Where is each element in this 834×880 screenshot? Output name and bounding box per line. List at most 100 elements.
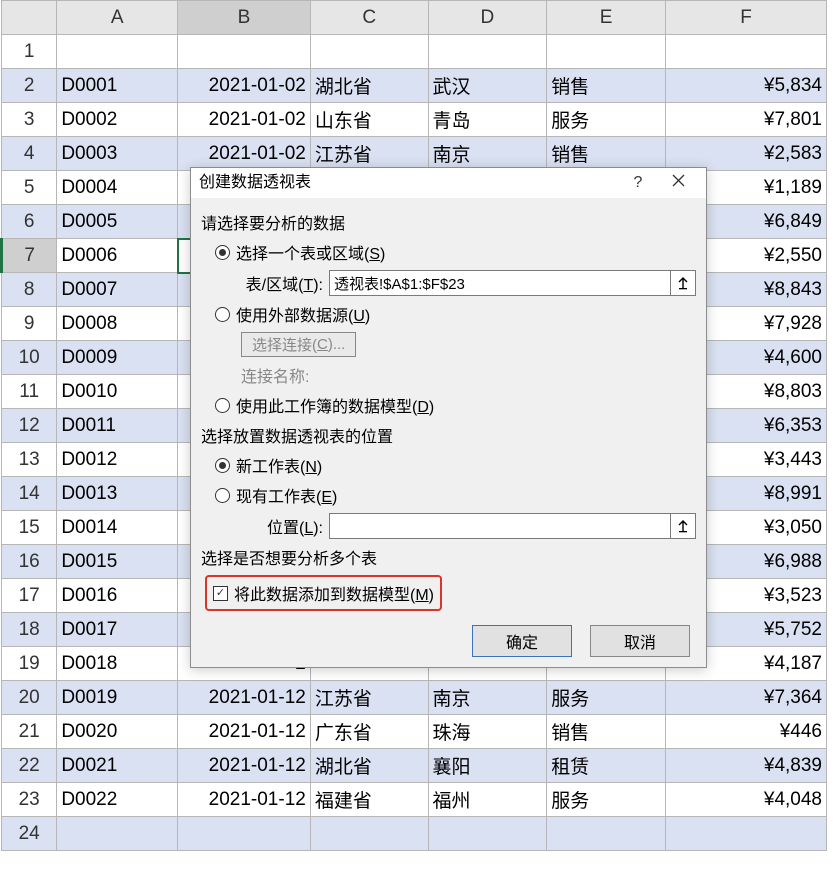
- cell[interactable]: ¥446: [665, 715, 826, 749]
- col-header-B[interactable]: B: [178, 1, 311, 35]
- cell[interactable]: 2021-01-02: [178, 137, 311, 171]
- row-header[interactable]: 6: [2, 205, 57, 239]
- radio-external-source[interactable]: [215, 307, 230, 322]
- cell[interactable]: ¥4,048: [665, 783, 826, 817]
- ok-button[interactable]: 确定: [472, 625, 572, 657]
- collapse-range-button[interactable]: [671, 270, 696, 296]
- radio-select-table[interactable]: [215, 245, 230, 260]
- cell[interactable]: D0003: [57, 137, 178, 171]
- table-range-input[interactable]: 透视表!$A$1:$F$23: [329, 270, 671, 296]
- collapse-location-button[interactable]: [671, 513, 696, 539]
- cell[interactable]: 珠海: [428, 715, 547, 749]
- cell[interactable]: ¥7,364: [665, 681, 826, 715]
- cell[interactable]: D0019: [57, 681, 178, 715]
- cell[interactable]: 销售: [547, 69, 666, 103]
- cell[interactable]: 湖北省: [310, 69, 428, 103]
- cell[interactable]: 青岛: [428, 103, 547, 137]
- header-order-id[interactable]: 订单编号: [57, 35, 178, 69]
- row-header[interactable]: 15: [2, 511, 57, 545]
- cell[interactable]: D0012: [57, 443, 178, 477]
- cell[interactable]: 租赁: [547, 749, 666, 783]
- col-header-D[interactable]: D: [428, 1, 547, 35]
- cell[interactable]: ¥7,801: [665, 103, 826, 137]
- row-header[interactable]: 8: [2, 273, 57, 307]
- row-header[interactable]: 12: [2, 409, 57, 443]
- cell[interactable]: 广东省: [310, 715, 428, 749]
- header-city[interactable]: 城市: [428, 35, 547, 69]
- cell[interactable]: [665, 817, 826, 851]
- cell[interactable]: D0008: [57, 307, 178, 341]
- col-header-E[interactable]: E: [547, 1, 666, 35]
- cell[interactable]: D0004: [57, 171, 178, 205]
- help-button[interactable]: ?: [618, 168, 658, 198]
- cell[interactable]: D0015: [57, 545, 178, 579]
- header-amount[interactable]: 金额: [665, 35, 826, 69]
- cell[interactable]: 南京: [428, 681, 547, 715]
- location-input[interactable]: [329, 513, 671, 539]
- row-header[interactable]: 2: [2, 69, 57, 103]
- row-header[interactable]: 21: [2, 715, 57, 749]
- cell[interactable]: ¥4,839: [665, 749, 826, 783]
- cell[interactable]: 2021-01-12: [178, 681, 311, 715]
- row-header[interactable]: 24: [2, 817, 57, 851]
- cell[interactable]: 山东省: [310, 103, 428, 137]
- cell[interactable]: 销售: [547, 137, 666, 171]
- cell[interactable]: [178, 817, 311, 851]
- cell[interactable]: D0018: [57, 647, 178, 681]
- header-category[interactable]: 业务类别: [547, 35, 666, 69]
- row-header[interactable]: 11: [2, 375, 57, 409]
- cell[interactable]: 2021-01-12: [178, 783, 311, 817]
- row-header[interactable]: 4: [2, 137, 57, 171]
- cell[interactable]: D0011: [57, 409, 178, 443]
- cell[interactable]: [547, 817, 666, 851]
- cell[interactable]: 2021-01-12: [178, 715, 311, 749]
- cell[interactable]: 2021-01-02: [178, 69, 311, 103]
- cell[interactable]: D0001: [57, 69, 178, 103]
- cell[interactable]: D0020: [57, 715, 178, 749]
- select-all-corner[interactable]: [2, 1, 57, 35]
- checkbox-add-to-model[interactable]: [213, 586, 228, 601]
- row-header[interactable]: 22: [2, 749, 57, 783]
- radio-use-datamodel[interactable]: [215, 398, 230, 413]
- cell[interactable]: 武汉: [428, 69, 547, 103]
- cell[interactable]: D0005: [57, 205, 178, 239]
- cell[interactable]: ¥2,583: [665, 137, 826, 171]
- cell[interactable]: [57, 817, 178, 851]
- row-header[interactable]: 18: [2, 613, 57, 647]
- row-header[interactable]: 13: [2, 443, 57, 477]
- row-header[interactable]: 5: [2, 171, 57, 205]
- col-header-A[interactable]: A: [57, 1, 178, 35]
- cell[interactable]: D0010: [57, 375, 178, 409]
- col-header-C[interactable]: C: [310, 1, 428, 35]
- row-header[interactable]: 20: [2, 681, 57, 715]
- cell[interactable]: D0007: [57, 273, 178, 307]
- header-province[interactable]: 省份: [310, 35, 428, 69]
- cell[interactable]: 服务: [547, 783, 666, 817]
- row-header[interactable]: 14: [2, 477, 57, 511]
- row-header[interactable]: 17: [2, 579, 57, 613]
- cancel-button[interactable]: 取消: [590, 625, 690, 657]
- cell[interactable]: [428, 817, 547, 851]
- row-header[interactable]: 7: [2, 239, 57, 273]
- row-header[interactable]: 19: [2, 647, 57, 681]
- cell[interactable]: [310, 817, 428, 851]
- cell[interactable]: D0017: [57, 613, 178, 647]
- cell[interactable]: 江苏省: [310, 137, 428, 171]
- cell[interactable]: 2021-01-12: [178, 749, 311, 783]
- cell[interactable]: 福州: [428, 783, 547, 817]
- cell[interactable]: D0013: [57, 477, 178, 511]
- cell[interactable]: 南京: [428, 137, 547, 171]
- cell[interactable]: 服务: [547, 681, 666, 715]
- cell[interactable]: 襄阳: [428, 749, 547, 783]
- dialog-titlebar[interactable]: 创建数据透视表 ?: [191, 168, 706, 198]
- col-header-F[interactable]: F: [665, 1, 826, 35]
- cell[interactable]: D0014: [57, 511, 178, 545]
- row-header[interactable]: 1: [2, 35, 57, 69]
- cell[interactable]: D0016: [57, 579, 178, 613]
- cell[interactable]: 销售: [547, 715, 666, 749]
- cell[interactable]: D0009: [57, 341, 178, 375]
- cell[interactable]: D0002: [57, 103, 178, 137]
- cell[interactable]: 江苏省: [310, 681, 428, 715]
- row-header[interactable]: 3: [2, 103, 57, 137]
- row-header[interactable]: 16: [2, 545, 57, 579]
